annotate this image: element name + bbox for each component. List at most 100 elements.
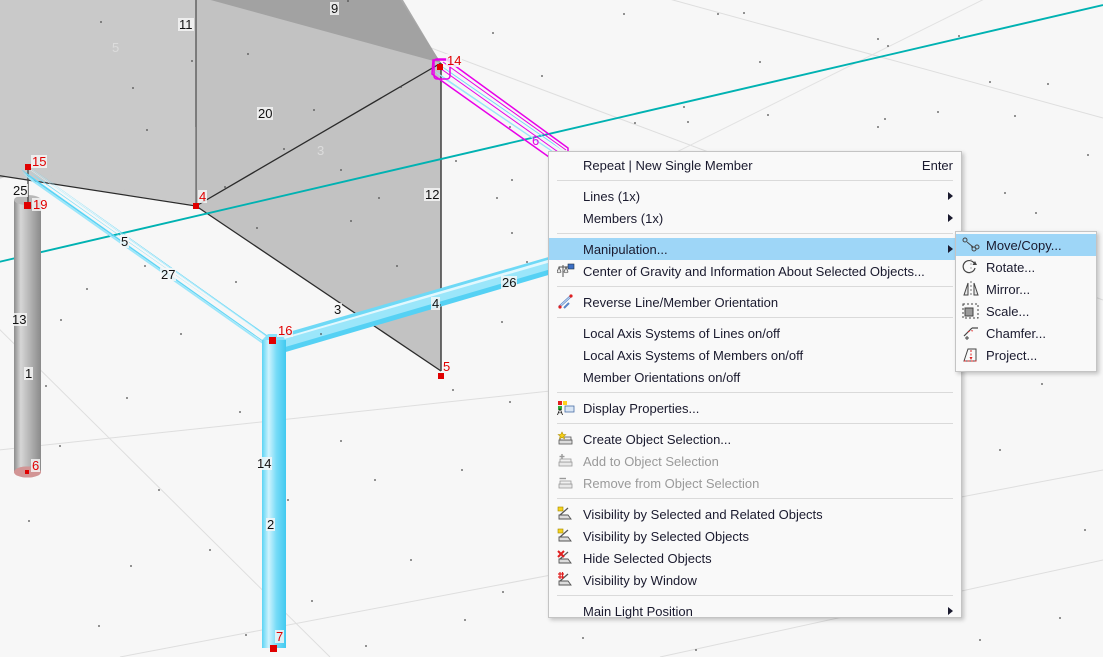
menu-item-main-light-position[interactable]: Main Light Position: [549, 600, 961, 622]
move-copy-icon: [958, 235, 984, 255]
visibility-window-icon: [551, 570, 581, 590]
menu-item-label: Create Object Selection...: [583, 431, 732, 447]
submenu-item-rotate[interactable]: Rotate...: [956, 256, 1096, 278]
menu-item-members-1x[interactable]: Members (1x): [549, 207, 961, 229]
menu-separator: [557, 286, 953, 287]
node-6: [25, 470, 29, 474]
no-icon: [551, 601, 581, 621]
menu-item-lines-1x[interactable]: Lines (1x): [549, 185, 961, 207]
menu-separator: [557, 317, 953, 318]
remove-from-object-selection-icon: [551, 473, 581, 493]
display-properties-icon: A: [551, 398, 581, 418]
menu-separator: [557, 498, 953, 499]
submenu-item-chamfer[interactable]: Chamfer...: [956, 322, 1096, 344]
node-15: [25, 164, 31, 170]
menu-item-label: Local Axis Systems of Lines on/off: [583, 325, 781, 341]
menu-item-display-properties[interactable]: A Display Properties...: [549, 397, 961, 419]
no-icon: [551, 155, 581, 175]
menu-item-label: Local Axis Systems of Members on/off: [583, 347, 804, 363]
menu-item-visibility-by-window[interactable]: Visibility by Window: [549, 569, 961, 591]
menu-item-label: Reverse Line/Member Orientation: [583, 294, 779, 310]
menu-item-label: Add to Object Selection: [583, 453, 719, 469]
menu-item-visibility-by-selected-and-related-objects[interactable]: Visibility by Selected and Related Objec…: [549, 503, 961, 525]
submenu-arrow-icon: [948, 245, 953, 253]
center-of-gravity-icon: [551, 261, 581, 281]
surface-5c: [0, 0, 195, 205]
project-icon: [958, 345, 984, 365]
menu-item-member-orientations-on-off[interactable]: Member Orientations on/off: [549, 366, 961, 388]
reverse-orientation-icon: [551, 292, 581, 312]
menu-item-label: Center of Gravity and Information About …: [583, 263, 925, 279]
add-to-object-selection-icon: [551, 451, 581, 471]
menu-item-local-axis-systems-of-members-on-off[interactable]: Local Axis Systems of Members on/off: [549, 344, 961, 366]
submenu-item-move-copy[interactable]: Move/Copy...: [956, 234, 1096, 256]
selected-member-6: [431, 58, 569, 163]
submenu-item-project[interactable]: Project...: [956, 344, 1096, 366]
manipulation-submenu[interactable]: Move/Copy... Rotate... Mirror... Scale... Ch…: [955, 231, 1097, 372]
menu-item-label: Visibility by Window: [583, 572, 697, 588]
menu-item-label: Mirror...: [986, 281, 1031, 297]
menu-separator: [557, 180, 953, 181]
menu-item-label: Repeat | New Single Member: [583, 157, 753, 173]
column-member-14: [262, 334, 286, 648]
menu-separator: [557, 423, 953, 424]
scale-icon: [958, 301, 984, 321]
menu-item-label: Project...: [986, 347, 1038, 363]
menu-item-label: Manipulation...: [583, 241, 668, 257]
menu-item-local-axis-systems-of-lines-on-off[interactable]: Local Axis Systems of Lines on/off: [549, 322, 961, 344]
menu-item-hide-selected-objects[interactable]: Hide Selected Objects: [549, 547, 961, 569]
chamfer-icon: [958, 323, 984, 343]
column-member-1: [14, 195, 41, 478]
menu-item-label: Scale...: [986, 303, 1030, 319]
submenu-item-scale[interactable]: Scale...: [956, 300, 1096, 322]
context-menu[interactable]: Repeat | New Single Member Enter Lines (1x…: [548, 151, 962, 619]
menu-item-center-of-gravity-and-information-about-se[interactable]: Center of Gravity and Information About …: [549, 260, 961, 282]
rotate-icon: [958, 257, 984, 277]
application-window: 11 9 5 20 3 14 6 15 25 19 4 12 5 27 26 3 4 16 5 13 1 6 14 2 7 Re…: [0, 0, 1103, 657]
submenu-arrow-icon: [948, 214, 953, 222]
menu-item-add-to-object-selection: Add to Object Selection: [549, 450, 961, 472]
node-5: [438, 373, 444, 379]
create-object-selection-icon: [551, 429, 581, 449]
menu-item-label: Visibility by Selected Objects: [583, 528, 749, 544]
hide-selected-icon: [551, 548, 581, 568]
submenu-arrow-icon: [948, 607, 953, 615]
submenu-item-mirror[interactable]: Mirror...: [956, 278, 1096, 300]
no-icon: [551, 239, 581, 259]
menu-item-label: Remove from Object Selection: [583, 475, 760, 491]
menu-item-label: Members (1x): [583, 210, 664, 226]
menu-item-shortcut: Enter: [921, 157, 953, 173]
menu-item-label: Visibility by Selected and Related Objec…: [583, 506, 823, 522]
menu-item-label: Chamfer...: [986, 325, 1046, 341]
no-icon: [551, 323, 581, 343]
no-icon: [551, 208, 581, 228]
visibility-related-icon: [551, 504, 581, 524]
visibility-selected-icon: [551, 526, 581, 546]
node-7: [270, 645, 277, 652]
menu-item-remove-from-object-selection: Remove from Object Selection: [549, 472, 961, 494]
menu-item-create-object-selection[interactable]: Create Object Selection...: [549, 428, 961, 450]
submenu-arrow-icon: [948, 192, 953, 200]
menu-item-reverse-line-member-orientation[interactable]: Reverse Line/Member Orientation: [549, 291, 961, 313]
menu-separator: [557, 392, 953, 393]
mirror-icon: [958, 279, 984, 299]
node-16: [269, 337, 276, 344]
svg-text:A: A: [557, 407, 563, 416]
menu-item-label: Rotate...: [986, 259, 1036, 275]
menu-item-label: Display Properties...: [583, 400, 700, 416]
menu-item-repeat-new-single-member[interactable]: Repeat | New Single Member Enter: [549, 154, 961, 176]
no-icon: [551, 345, 581, 365]
menu-separator: [557, 595, 953, 596]
menu-item-visibility-by-selected-objects[interactable]: Visibility by Selected Objects: [549, 525, 961, 547]
no-icon: [551, 186, 581, 206]
menu-separator: [557, 233, 953, 234]
no-icon: [551, 367, 581, 387]
menu-item-label: Lines (1x): [583, 188, 641, 204]
node-4: [193, 203, 199, 209]
node-19: [24, 202, 31, 209]
menu-item-label: Main Light Position: [583, 603, 693, 619]
node-14: [437, 64, 443, 70]
menu-item-label: Hide Selected Objects: [583, 550, 712, 566]
menu-item-label: Member Orientations on/off: [583, 369, 741, 385]
menu-item-manipulation[interactable]: Manipulation...: [549, 238, 961, 260]
